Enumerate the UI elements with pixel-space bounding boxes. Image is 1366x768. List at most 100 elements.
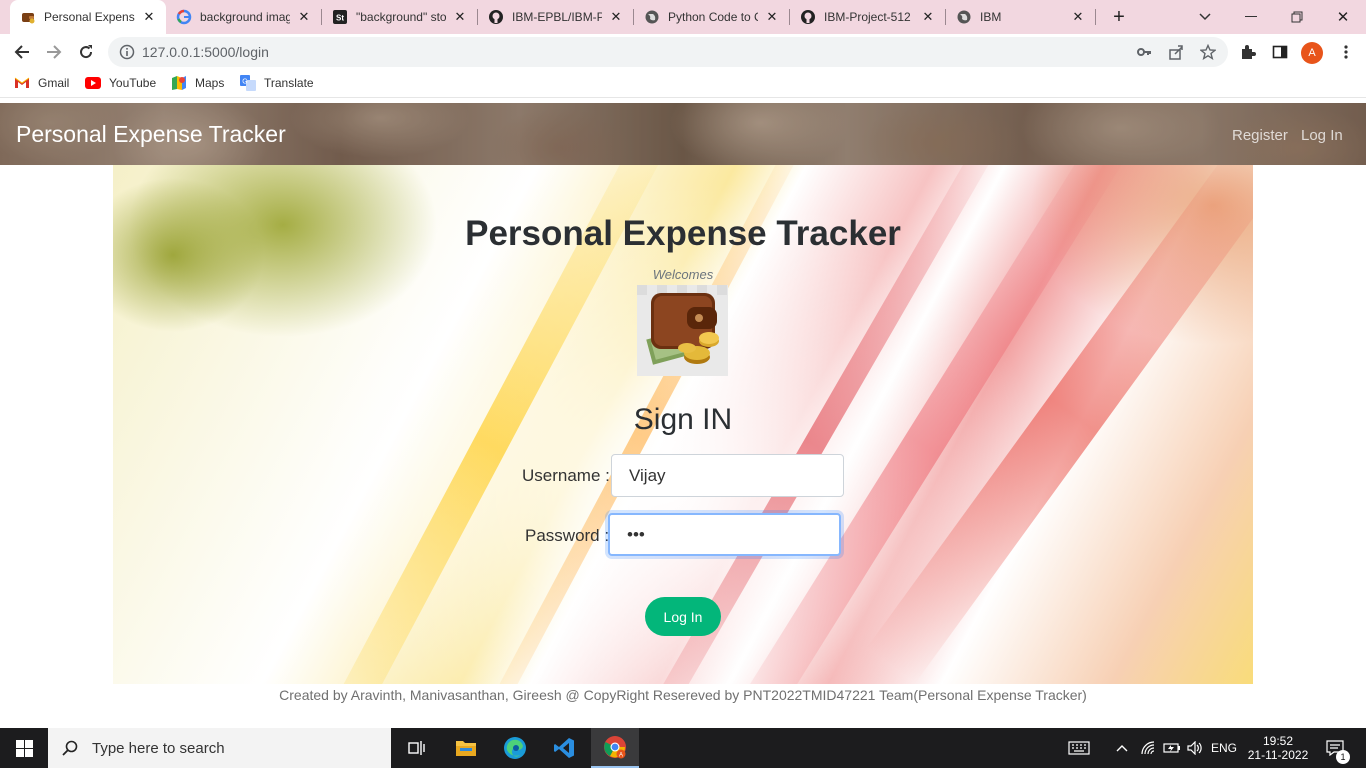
close-tab-icon[interactable]: ✕ [608, 9, 624, 25]
bookmark-label: Maps [195, 76, 225, 90]
page-footer: Created by Aravinth, Manivasanthan, Gire… [279, 687, 1087, 703]
welcome-text: Welcomes [652, 267, 714, 282]
login-button[interactable]: Log In [645, 597, 721, 636]
svg-text:A: A [619, 753, 623, 759]
chevron-up-icon[interactable] [1112, 728, 1132, 768]
forward-arrow-icon[interactable] [40, 38, 68, 66]
tab-title: background imag [200, 10, 290, 24]
key-icon[interactable] [1135, 43, 1153, 61]
bookmark-star-icon[interactable] [1199, 43, 1217, 61]
bookmark-youtube[interactable]: YouTube [85, 76, 156, 90]
browser-tab-strip: Personal Expense ✕ background imag ✕ St … [0, 0, 1366, 34]
notification-badge: 1 [1336, 750, 1350, 764]
search-placeholder: Type here to search [92, 739, 225, 757]
new-tab-icon[interactable]: + [1108, 0, 1130, 34]
vscode-icon[interactable] [542, 728, 586, 768]
bookmark-gmail[interactable]: Gmail [14, 76, 69, 90]
touch-keyboard-icon[interactable] [1064, 728, 1094, 768]
clock[interactable]: 19:52 21-11-2022 [1242, 728, 1314, 768]
gmail-icon [14, 76, 30, 90]
svg-text:G: G [242, 79, 247, 86]
tab-python-code[interactable]: Python Code to C ✕ [634, 0, 790, 34]
tab-title: IBM [980, 10, 1002, 24]
battery-icon[interactable] [1162, 728, 1182, 768]
wifi-icon[interactable] [1138, 728, 1158, 768]
tab-background-stock[interactable]: St "background" sto ✕ [322, 0, 478, 34]
bookmark-label: Translate [264, 76, 314, 90]
wallet-favicon-icon [20, 9, 36, 25]
chrome-taskbar-icon[interactable]: A [591, 728, 639, 768]
extensions-puzzle-icon[interactable] [1238, 42, 1258, 62]
url-text: 127.0.0.1:5000/login [142, 44, 269, 60]
username-label: Username : [522, 466, 610, 485]
signin-heading: Sign IN [633, 403, 733, 436]
windows-taskbar: Type here to search A ENG 19:52 21-11-20… [0, 728, 1366, 768]
bookmark-label: YouTube [109, 76, 157, 90]
site-info-icon[interactable] [119, 44, 135, 65]
maps-icon [171, 76, 187, 90]
close-tab-icon[interactable]: ✕ [296, 9, 312, 25]
globe-icon [644, 9, 660, 25]
back-arrow-icon[interactable] [8, 38, 36, 66]
tab-personal-expense[interactable]: Personal Expense ✕ [10, 0, 166, 34]
page-title: Personal Expense Tracker [465, 214, 901, 253]
tab-ibm-epbl[interactable]: IBM-EPBL/IBM-P ✕ [478, 0, 634, 34]
site-navbar: Personal Expense Tracker Register Log In [0, 103, 1366, 165]
tab-ibm[interactable]: IBM ✕ [946, 0, 1096, 34]
restore-icon[interactable] [1286, 0, 1308, 34]
password-label: Password : [525, 526, 610, 545]
navbar-brand[interactable]: Personal Expense Tracker [16, 121, 286, 148]
share-icon[interactable] [1167, 43, 1185, 61]
tab-title: Personal Expense [44, 10, 135, 24]
nav-login-link[interactable]: Log In [1301, 127, 1343, 144]
clock-time: 19:52 [1262, 734, 1294, 748]
menu-kebab-icon[interactable] [1336, 42, 1356, 62]
address-bar[interactable]: 127.0.0.1:5000/login [108, 37, 1228, 67]
profile-avatar[interactable]: A [1301, 42, 1323, 64]
bookmark-label: Gmail [38, 76, 70, 90]
taskbar-search-box[interactable]: Type here to search [48, 728, 391, 768]
clock-date: 21-11-2022 [1247, 748, 1309, 762]
language-indicator[interactable]: ENG [1210, 728, 1238, 768]
browser-toolbar: 127.0.0.1:5000/login A [0, 34, 1366, 70]
file-explorer-icon[interactable] [444, 728, 488, 768]
bookmarks-bar: Gmail YouTube Maps G Translate [0, 70, 1366, 98]
st-icon: St [332, 9, 348, 25]
tab-title: IBM-Project-512 [824, 10, 911, 24]
translate-icon: G [240, 75, 256, 91]
task-view-icon[interactable] [395, 728, 439, 768]
password-input[interactable]: ••• [608, 513, 841, 556]
close-tab-icon[interactable]: ✕ [764, 9, 780, 25]
tab-separator [1095, 9, 1096, 25]
tab-ibm-project[interactable]: IBM-Project-512 ✕ [790, 0, 946, 34]
tab-title: Python Code to C [668, 10, 758, 24]
bookmark-maps[interactable]: Maps [171, 76, 224, 90]
login-content: Personal Expense Tracker Welcomes Sign I… [113, 165, 1253, 684]
nav-register-link[interactable]: Register [1232, 127, 1288, 144]
close-tab-icon[interactable]: ✕ [141, 9, 157, 25]
side-panel-icon[interactable] [1270, 42, 1290, 62]
login-hero: Personal Expense Tracker Welcomes Sign I… [113, 165, 1253, 684]
edge-browser-icon[interactable] [493, 728, 537, 768]
windows-start-icon[interactable] [0, 728, 48, 768]
tab-title: IBM-EPBL/IBM-P [512, 10, 602, 24]
close-window-icon[interactable]: ✕ [1332, 0, 1354, 34]
github-icon [488, 9, 504, 25]
globe-icon [956, 9, 972, 25]
notification-center-icon[interactable]: 1 [1320, 728, 1350, 768]
wallet-logo-icon [637, 285, 728, 376]
bookmark-translate[interactable]: G Translate [240, 75, 314, 91]
github-icon [800, 9, 816, 25]
volume-icon[interactable] [1185, 728, 1205, 768]
youtube-icon [85, 76, 101, 90]
tab-search-chevron-icon[interactable] [1194, 0, 1216, 34]
close-tab-icon[interactable]: ✕ [1070, 9, 1086, 25]
reload-icon[interactable] [72, 38, 100, 66]
username-input[interactable]: Vijay [611, 454, 844, 497]
close-tab-icon[interactable]: ✕ [452, 9, 468, 25]
tab-background-image[interactable]: background imag ✕ [166, 0, 322, 34]
search-icon [62, 740, 78, 756]
web-page: Personal Expense Tracker Register Log In… [0, 103, 1366, 728]
close-tab-icon[interactable]: ✕ [920, 9, 936, 25]
minimize-icon[interactable] [1240, 0, 1262, 34]
